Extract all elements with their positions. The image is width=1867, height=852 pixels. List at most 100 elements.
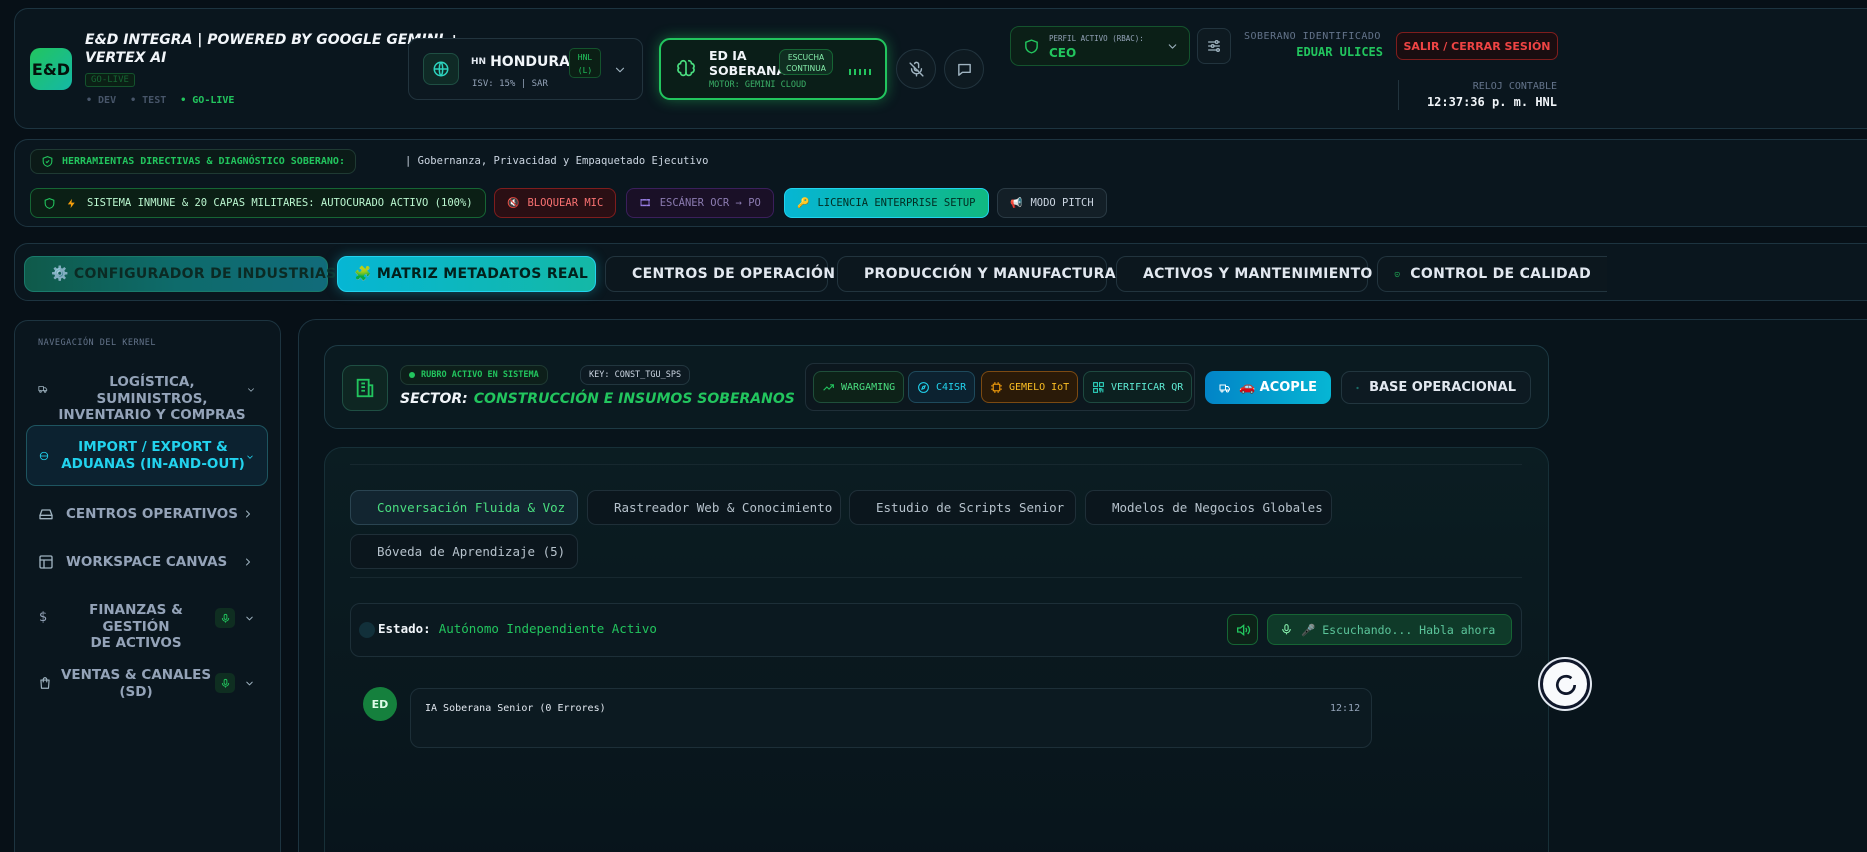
film-icon: 🎞: [639, 197, 652, 209]
env-test[interactable]: • TEST: [130, 95, 166, 106]
sidebar-item-finance[interactable]: $ FINANZAS & GESTIÓN DE ACTIVOS: [26, 600, 268, 651]
app-title: E&D INTEGRA | POWERED BY GOOGLE GEMINI +…: [85, 31, 460, 67]
currency-badge: HNL (L): [569, 48, 601, 78]
wargaming-label: WARGAMING: [841, 381, 896, 393]
env-golive[interactable]: • GO-LIVE: [180, 95, 234, 106]
sidebar-title: NAVEGACIÓN DEL KERNEL: [38, 338, 156, 348]
ai-sovereign-card[interactable]: ED IA SOBERANA ESCUCHA CONTINUA MOTOR: G…: [659, 38, 887, 100]
megaphone-icon: 📢: [1010, 197, 1023, 209]
tab-operation-centers-label: CENTROS DE OPERACIÓN: [632, 266, 836, 282]
tab-industry-configurator[interactable]: ⚙️ CONFIGURADOR DE INDUSTRIAS: [24, 256, 336, 292]
sidebar-item-operational-centers-label: CENTROS OPERATIVOS: [66, 506, 238, 522]
chevron-right-icon: [246, 558, 250, 566]
tab-assets-maintenance[interactable]: ACTIVOS Y MANTENIMIENTO: [1116, 256, 1372, 292]
ai-title-line1: ED IA: [709, 48, 747, 63]
tools-title-badge: HERRAMIENTAS DIRECTIVAS & DIAGNÓSTICO SO…: [30, 149, 356, 174]
base-operational-button[interactable]: BASE OPERACIONAL: [1341, 371, 1531, 404]
tab-quality-control-label: CONTROL DE CALIDAD: [1410, 266, 1591, 282]
chat-tab-web-tracker[interactable]: Rastreador Web & Conocimiento: [587, 490, 841, 525]
verify-qr-button[interactable]: VERIFICAR QR: [1083, 371, 1193, 403]
building-icon-box: [342, 365, 388, 411]
dollar-icon: $: [39, 610, 48, 625]
profile-label: PERFIL ACTIVO (RBAC):: [1049, 34, 1144, 43]
bolt-icon: [67, 198, 75, 208]
block-mic-button[interactable]: 🔇 BLOQUEAR MIC: [494, 188, 617, 218]
gemelo-iot-button[interactable]: GEMELO IoT: [981, 371, 1079, 403]
tab-metadata-matrix-label: 🧩 MATRIZ METADATOS REAL: [354, 266, 589, 282]
sidebar-item-finance-l2: DE ACTIVOS: [90, 635, 182, 651]
sidebar-item-logistics[interactable]: LOGÍSTICA, SUMINISTROS, INVENTARIO Y COM…: [26, 366, 268, 423]
mic-icon: [1282, 624, 1291, 635]
layout-icon: [39, 555, 53, 569]
chevron-down-icon: [613, 63, 627, 77]
pitch-mode-button[interactable]: 📢 MODO PITCH: [997, 188, 1107, 218]
app-title-line2: VERTEX AI: [85, 50, 167, 66]
chevron-down-icon: [248, 388, 254, 392]
tab-operation-centers[interactable]: CENTROS DE OPERACIÓN: [605, 256, 835, 292]
sidebar-item-logistics-l2: INVENTARIO Y COMPRAS: [58, 407, 246, 423]
chat-tab-voice[interactable]: Conversación Fluida & Voz: [350, 490, 578, 525]
enterprise-license-button[interactable]: 🔑 LICENCIA ENTERPRISE SETUP: [784, 188, 989, 218]
eye-icon: [1356, 386, 1359, 389]
sidebar-item-operational-centers[interactable]: CENTROS OPERATIVOS: [26, 500, 268, 528]
message-icon: [957, 63, 971, 76]
shield-icon: [1023, 38, 1040, 55]
sales-voice-button[interactable]: [215, 673, 235, 693]
sidebar-item-workspace-canvas[interactable]: WORKSPACE CANVAS: [26, 548, 268, 576]
shield-check-icon: [42, 156, 53, 167]
env-dev[interactable]: • DEV: [86, 95, 116, 106]
immune-system-button[interactable]: SISTEMA INMUNE & 20 CAPAS MILITARES: AUT…: [30, 188, 486, 218]
profile-selector[interactable]: PERFIL ACTIVO (RBAC): CEO: [1010, 26, 1190, 66]
tab-metadata-matrix[interactable]: 🧩 MATRIZ METADATOS REAL: [337, 256, 596, 292]
tab-quality-control[interactable]: CONTROL DE CALIDAD: [1377, 256, 1607, 292]
chat-tab-learning-vault[interactable]: Bóveda de Aprendizaje (5): [350, 534, 578, 569]
sidebar-item-workspace-canvas-label: WORKSPACE CANVAS: [66, 554, 228, 570]
chat-tab-scripts[interactable]: Estudio de Scripts Senior: [849, 490, 1076, 525]
truck-icon: [38, 386, 48, 393]
sovereign-label: SOBERANO IDENTIFICADO: [1244, 31, 1381, 42]
sidebar-item-finance-label: FINANZAS & GESTIÓN DE ACTIVOS: [56, 602, 216, 652]
wargaming-button[interactable]: WARGAMING: [813, 371, 905, 403]
mic-icon: [221, 613, 229, 623]
sovereign-name: EDUAR ULICES: [1296, 45, 1383, 59]
chat-tab-business-models[interactable]: Modelos de Negocios Globales: [1085, 490, 1332, 525]
chevron-right-icon: [246, 510, 250, 518]
sidebar-item-import-export-label: IMPORT / EXPORT & ADUANAS (IN-AND-OUT): [57, 439, 249, 472]
speaker-button[interactable]: [1227, 614, 1258, 645]
speaker-mute-icon: 🔇: [507, 197, 520, 209]
country-selector[interactable]: HN HONDURAS ISV: 15% | SAR HNL (L): [408, 38, 643, 100]
sector-label: SECTOR:: [400, 391, 468, 407]
settings-sliders-button[interactable]: [1197, 28, 1231, 64]
top-header: [14, 8, 1867, 129]
sidebar-item-import-export[interactable]: IMPORT / EXPORT & ADUANAS (IN-AND-OUT): [26, 425, 268, 486]
compass-icon: [918, 381, 929, 393]
sidebar-item-sales[interactable]: VENTAS & CANALES (SD): [26, 665, 268, 703]
app-logo[interactable]: E&D: [30, 48, 72, 90]
listening-button[interactable]: 🎤 Escuchando... Habla ahora: [1267, 614, 1512, 645]
ocr-scanner-button[interactable]: 🎞 ESCÁNER OCR → PO: [626, 188, 774, 218]
chat-button[interactable]: [944, 49, 984, 89]
chat-tab-scripts-label: Estudio de Scripts Senior: [876, 500, 1065, 515]
sidebar-item-finance-l1: FINANZAS & GESTIÓN: [89, 602, 183, 635]
divider-tabs: [350, 577, 1522, 578]
logout-button[interactable]: SALIR / CERRAR SESIÓN: [1396, 32, 1558, 60]
currency-code: HNL: [577, 53, 593, 62]
chat-tab-web-tracker-label: Rastreador Web & Conocimiento: [614, 500, 833, 515]
gemelo-iot-label: GEMELO IoT: [1009, 381, 1070, 393]
finance-voice-button[interactable]: [215, 608, 235, 628]
pitch-mode-label: MODO PITCH: [1030, 197, 1094, 209]
sector-value: CONSTRUCCIÓN E INSUMOS SOBERANOS: [473, 391, 795, 407]
acople-button[interactable]: 🚗 ACOPLE: [1205, 371, 1331, 404]
immune-system-label: SISTEMA INMUNE & 20 CAPAS MILITARES: AUT…: [87, 197, 473, 209]
tab-production[interactable]: PRODUCCIÓN Y MANUFACTURA: [837, 256, 1116, 292]
chat-bubble-icon: [1556, 674, 1577, 695]
sidebar-item-import-export-l1: IMPORT / EXPORT &: [78, 439, 228, 455]
mic-off-icon: [908, 61, 924, 77]
mic-off-button[interactable]: [896, 49, 936, 89]
verify-qr-label: VERIFICAR QR: [1111, 381, 1184, 393]
floating-widget-button[interactable]: [1540, 659, 1590, 709]
shield-check-icon: [1394, 271, 1400, 277]
chevron-down-icon: [246, 681, 253, 686]
c4isr-button[interactable]: C4ISR: [908, 371, 976, 403]
clock-value: 12:37:36 p. m. HNL: [1426, 95, 1557, 109]
